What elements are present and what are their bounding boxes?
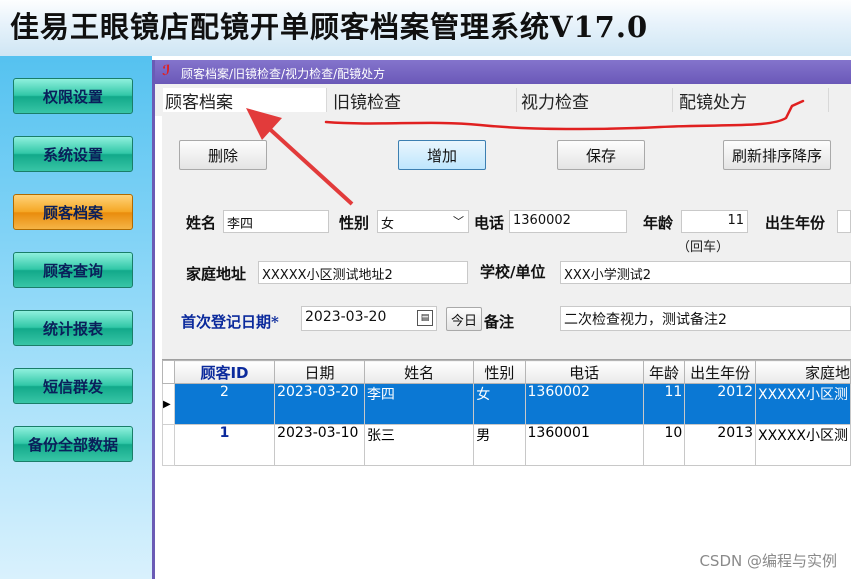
gender-value: 女 bbox=[381, 217, 395, 232]
window-titlebar: ℐ 顾客档案/旧镜检查/视力检查/配镜处方 bbox=[155, 60, 851, 84]
customer-records-window: ℐ 顾客档案/旧镜检查/视力检查/配镜处方 顾客档案 旧镜检查 视力检查 配镜处… bbox=[152, 60, 851, 580]
add-button[interactable]: 增加 bbox=[398, 140, 486, 170]
chevron-down-icon: ﹀ bbox=[453, 215, 464, 228]
today-button[interactable]: 今日 bbox=[446, 307, 482, 331]
tab-label: 旧镜检查 bbox=[333, 93, 401, 113]
nav-system-settings[interactable]: 系统设置 bbox=[13, 136, 133, 172]
column-header-customer-id[interactable]: 顾客ID bbox=[173, 360, 276, 384]
gender-label: 性别 bbox=[339, 214, 370, 232]
save-button[interactable]: 保存 bbox=[557, 140, 645, 170]
school-unit-field[interactable]: XXX小学测试2 bbox=[560, 261, 851, 284]
birth-year-label: 出生年份 bbox=[765, 214, 826, 232]
tab-customer-records[interactable]: 顾客档案 bbox=[163, 88, 327, 113]
table-row[interactable]: ▶ 2 2023-03-20 李四 女 1360002 11 2012 XXXX… bbox=[162, 383, 851, 425]
cell-date[interactable]: 2023-03-20 bbox=[274, 383, 365, 425]
cell-age[interactable]: 10 bbox=[642, 424, 686, 466]
row-indicator-header bbox=[162, 360, 175, 384]
name-label: 姓名 bbox=[186, 214, 217, 232]
column-header-age[interactable]: 年龄 bbox=[642, 360, 686, 384]
phone-label: 电话 bbox=[474, 214, 505, 232]
app-title: 佳易王眼镜店配镜开单顾客档案管理系统V17.0 bbox=[10, 10, 649, 44]
table-row[interactable]: 1 2023-03-10 张三 男 1360001 10 2013 XXXXX小… bbox=[162, 424, 851, 466]
registration-date-picker[interactable]: 2023-03-20 ▤ bbox=[301, 306, 437, 331]
nav-statistics-report[interactable]: 统计报表 bbox=[13, 310, 133, 346]
cell-date[interactable]: 2023-03-10 bbox=[274, 424, 365, 466]
cell-gender[interactable]: 男 bbox=[473, 424, 526, 466]
table-header-row: 顾客ID 日期 姓名 性别 电话 年龄 出生年份 家庭地 bbox=[162, 360, 851, 384]
name-field[interactable]: 李四 bbox=[223, 210, 329, 233]
customer-table: 顾客ID 日期 姓名 性别 电话 年龄 出生年份 家庭地 ▶ 2 2023-03… bbox=[162, 359, 851, 580]
calendar-icon[interactable]: ▤ bbox=[417, 310, 433, 326]
cell-name[interactable]: 李四 bbox=[363, 383, 475, 425]
address-field[interactable]: XXXXX小区测试地址2 bbox=[258, 261, 468, 284]
cell-age[interactable]: 11 bbox=[642, 383, 686, 425]
window-title: 顾客档案/旧镜检查/视力检查/配镜处方 bbox=[181, 67, 386, 81]
tab-label: 顾客档案 bbox=[165, 93, 233, 113]
row-indicator bbox=[162, 424, 175, 466]
app-header: 佳易王眼镜店配镜开单顾客档案管理系统V17.0 bbox=[0, 0, 851, 56]
cell-gender[interactable]: 女 bbox=[473, 383, 526, 425]
delete-button[interactable]: 删除 bbox=[179, 140, 267, 170]
nav-permission-settings[interactable]: 权限设置 bbox=[13, 78, 133, 114]
left-nav-panel: 权限设置 系统设置 顾客档案 顾客查询 统计报表 短信群发 备份全部数据 bbox=[0, 56, 152, 579]
cell-phone[interactable]: 1360002 bbox=[524, 383, 644, 425]
gender-select[interactable]: 女 ﹀ bbox=[377, 210, 469, 233]
column-header-name[interactable]: 姓名 bbox=[363, 360, 475, 384]
nav-customer-query[interactable]: 顾客查询 bbox=[13, 252, 133, 288]
tab-old-glasses-check[interactable]: 旧镜检查 bbox=[331, 88, 517, 113]
registration-date-value: 2023-03-20 bbox=[305, 309, 387, 325]
cell-birth-year[interactable]: 2013 bbox=[684, 424, 756, 466]
tab-prescription[interactable]: 配镜处方 bbox=[677, 88, 829, 113]
cell-phone[interactable]: 1360001 bbox=[524, 424, 644, 466]
tab-label: 配镜处方 bbox=[679, 93, 747, 113]
age-field[interactable]: 11 bbox=[681, 210, 748, 233]
column-header-date[interactable]: 日期 bbox=[274, 360, 365, 384]
cell-address[interactable]: XXXXX小区测 bbox=[755, 383, 851, 425]
column-header-address[interactable]: 家庭地 bbox=[755, 360, 851, 384]
nav-sms-broadcast[interactable]: 短信群发 bbox=[13, 368, 133, 404]
phone-field[interactable]: 1360002 bbox=[509, 210, 627, 233]
address-label: 家庭地址 bbox=[186, 265, 247, 283]
current-row-pointer-icon: ▶ bbox=[162, 383, 175, 425]
cell-address[interactable]: XXXXX小区测 bbox=[755, 424, 851, 466]
nav-customer-records[interactable]: 顾客档案 bbox=[13, 194, 133, 230]
tab-label: 视力检查 bbox=[521, 93, 589, 113]
remark-field[interactable]: 二次检查视力，测试备注2 bbox=[560, 306, 851, 331]
age-label: 年龄 bbox=[643, 214, 674, 232]
column-header-gender[interactable]: 性别 bbox=[473, 360, 526, 384]
column-header-phone[interactable]: 电话 bbox=[524, 360, 644, 384]
nav-backup-all-data[interactable]: 备份全部数据 bbox=[13, 426, 133, 462]
tab-bar: 顾客档案 旧镜检查 视力检查 配镜处方 bbox=[155, 84, 851, 116]
cell-customer-id[interactable]: 2 bbox=[173, 383, 276, 425]
age-enter-hint: （回车） bbox=[677, 240, 730, 255]
cell-customer-id[interactable]: 1 bbox=[173, 424, 276, 466]
app-logo-icon: ℐ bbox=[162, 63, 171, 79]
remark-label: 备注 bbox=[484, 313, 515, 331]
cell-name[interactable]: 张三 bbox=[363, 424, 475, 466]
first-registration-date-label: 首次登记日期* bbox=[181, 313, 279, 331]
tab-vision-check[interactable]: 视力检查 bbox=[519, 88, 673, 113]
refresh-sort-desc-button[interactable]: 刷新排序降序 bbox=[723, 140, 831, 170]
birth-year-field[interactable] bbox=[837, 210, 851, 233]
column-header-birth-year[interactable]: 出生年份 bbox=[684, 360, 756, 384]
watermark: CSDN @编程与实例 bbox=[699, 552, 837, 570]
customer-form: 删除 增加 保存 刷新排序降序 姓名 李四 性别 女 ﹀ 电话 1360002 … bbox=[162, 116, 851, 359]
cell-birth-year[interactable]: 2012 bbox=[684, 383, 756, 425]
school-unit-label: 学校/单位 bbox=[480, 263, 546, 281]
